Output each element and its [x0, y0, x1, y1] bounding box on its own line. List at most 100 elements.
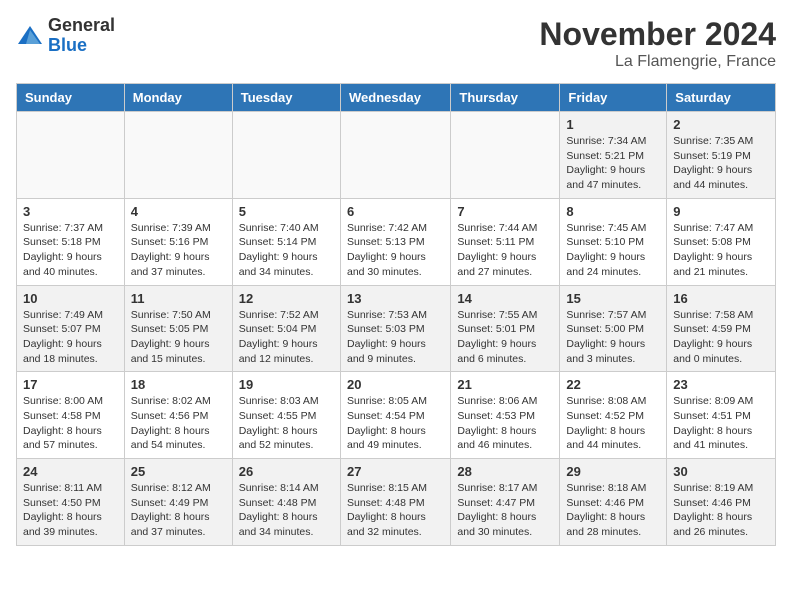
day-cell: [17, 112, 125, 199]
day-info: Sunrise: 7:37 AM Sunset: 5:18 PM Dayligh…: [23, 221, 118, 280]
day-info: Sunrise: 8:12 AM Sunset: 4:49 PM Dayligh…: [131, 481, 226, 540]
day-info: Sunrise: 7:40 AM Sunset: 5:14 PM Dayligh…: [239, 221, 334, 280]
day-cell: 6 Sunrise: 7:42 AM Sunset: 5:13 PM Daylig…: [340, 198, 450, 285]
day-info: Sunrise: 8:15 AM Sunset: 4:48 PM Dayligh…: [347, 481, 444, 540]
week-row-4: 17 Sunrise: 8:00 AM Sunset: 4:58 PM Dayli…: [17, 372, 776, 459]
day-info: Sunrise: 7:53 AM Sunset: 5:03 PM Dayligh…: [347, 308, 444, 367]
day-number: 26: [239, 464, 334, 479]
day-number: 9: [673, 204, 769, 219]
day-cell: 21 Sunrise: 8:06 AM Sunset: 4:53 PM Dayli…: [451, 372, 560, 459]
day-number: 4: [131, 204, 226, 219]
day-number: 3: [23, 204, 118, 219]
day-cell: 8 Sunrise: 7:45 AM Sunset: 5:10 PM Daylig…: [560, 198, 667, 285]
day-info: Sunrise: 7:57 AM Sunset: 5:00 PM Dayligh…: [566, 308, 660, 367]
day-number: 28: [457, 464, 553, 479]
day-number: 21: [457, 377, 553, 392]
day-info: Sunrise: 7:34 AM Sunset: 5:21 PM Dayligh…: [566, 134, 660, 193]
day-cell: 11 Sunrise: 7:50 AM Sunset: 5:05 PM Dayli…: [124, 285, 232, 372]
day-info: Sunrise: 8:11 AM Sunset: 4:50 PM Dayligh…: [23, 481, 118, 540]
day-info: Sunrise: 8:08 AM Sunset: 4:52 PM Dayligh…: [566, 394, 660, 453]
location: La Flamengrie, France: [539, 53, 776, 71]
day-cell: 20Sunrise: 8:05 AM Sunset: 4:54 PM Dayli…: [340, 372, 450, 459]
day-number: 25: [131, 464, 226, 479]
day-cell: 24 Sunrise: 8:11 AM Sunset: 4:50 PM Dayli…: [17, 459, 125, 546]
day-number: 10: [23, 291, 118, 306]
day-info: Sunrise: 7:58 AM Sunset: 4:59 PM Dayligh…: [673, 308, 769, 367]
day-info: Sunrise: 8:18 AM Sunset: 4:46 PM Dayligh…: [566, 481, 660, 540]
day-cell: 30Sunrise: 8:19 AM Sunset: 4:46 PM Dayli…: [667, 459, 776, 546]
day-number: 16: [673, 291, 769, 306]
day-number: 2: [673, 117, 769, 132]
day-info: Sunrise: 7:39 AM Sunset: 5:16 PM Dayligh…: [131, 221, 226, 280]
month-title: November 2024: [539, 16, 776, 53]
logo-text: General Blue: [48, 16, 115, 56]
calendar-header-row: SundayMondayTuesdayWednesdayThursdayFrid…: [17, 84, 776, 112]
day-number: 27: [347, 464, 444, 479]
col-header-sunday: Sunday: [17, 84, 125, 112]
day-cell: 25 Sunrise: 8:12 AM Sunset: 4:49 PM Dayli…: [124, 459, 232, 546]
col-header-monday: Monday: [124, 84, 232, 112]
day-info: Sunrise: 8:02 AM Sunset: 4:56 PM Dayligh…: [131, 394, 226, 453]
logo-icon: [16, 22, 44, 50]
day-number: 12: [239, 291, 334, 306]
week-row-2: 3 Sunrise: 7:37 AM Sunset: 5:18 PM Daylig…: [17, 198, 776, 285]
day-cell: 12 Sunrise: 7:52 AM Sunset: 5:04 PM Dayli…: [232, 285, 340, 372]
day-number: 14: [457, 291, 553, 306]
col-header-wednesday: Wednesday: [340, 84, 450, 112]
day-cell: [124, 112, 232, 199]
day-cell: 19 Sunrise: 8:03 AM Sunset: 4:55 PM Dayli…: [232, 372, 340, 459]
day-cell: 1Sunrise: 7:34 AM Sunset: 5:21 PM Daylig…: [560, 112, 667, 199]
day-info: Sunrise: 7:45 AM Sunset: 5:10 PM Dayligh…: [566, 221, 660, 280]
day-cell: 29 Sunrise: 8:18 AM Sunset: 4:46 PM Dayli…: [560, 459, 667, 546]
col-header-saturday: Saturday: [667, 84, 776, 112]
title-block: November 2024 La Flamengrie, France: [539, 16, 776, 71]
day-number: 29: [566, 464, 660, 479]
day-number: 8: [566, 204, 660, 219]
week-row-1: 1Sunrise: 7:34 AM Sunset: 5:21 PM Daylig…: [17, 112, 776, 199]
page-header: General Blue November 2024 La Flamengrie…: [16, 16, 776, 71]
day-info: Sunrise: 8:00 AM Sunset: 4:58 PM Dayligh…: [23, 394, 118, 453]
day-number: 22: [566, 377, 660, 392]
day-number: 18: [131, 377, 226, 392]
col-header-thursday: Thursday: [451, 84, 560, 112]
day-cell: 14Sunrise: 7:55 AM Sunset: 5:01 PM Dayli…: [451, 285, 560, 372]
day-info: Sunrise: 7:35 AM Sunset: 5:19 PM Dayligh…: [673, 134, 769, 193]
day-number: 23: [673, 377, 769, 392]
week-row-3: 10 Sunrise: 7:49 AM Sunset: 5:07 PM Dayli…: [17, 285, 776, 372]
day-cell: 3 Sunrise: 7:37 AM Sunset: 5:18 PM Daylig…: [17, 198, 125, 285]
day-info: Sunrise: 7:52 AM Sunset: 5:04 PM Dayligh…: [239, 308, 334, 367]
day-number: 6: [347, 204, 444, 219]
day-cell: [451, 112, 560, 199]
day-info: Sunrise: 8:05 AM Sunset: 4:54 PM Dayligh…: [347, 394, 444, 453]
day-cell: 17 Sunrise: 8:00 AM Sunset: 4:58 PM Dayli…: [17, 372, 125, 459]
day-number: 13: [347, 291, 444, 306]
day-cell: [340, 112, 450, 199]
day-cell: 23Sunrise: 8:09 AM Sunset: 4:51 PM Dayli…: [667, 372, 776, 459]
day-cell: 7Sunrise: 7:44 AM Sunset: 5:11 PM Daylig…: [451, 198, 560, 285]
day-info: Sunrise: 8:03 AM Sunset: 4:55 PM Dayligh…: [239, 394, 334, 453]
week-row-5: 24 Sunrise: 8:11 AM Sunset: 4:50 PM Dayli…: [17, 459, 776, 546]
day-number: 15: [566, 291, 660, 306]
day-number: 24: [23, 464, 118, 479]
day-number: 17: [23, 377, 118, 392]
day-number: 11: [131, 291, 226, 306]
calendar: SundayMondayTuesdayWednesdayThursdayFrid…: [16, 83, 776, 546]
day-cell: 13 Sunrise: 7:53 AM Sunset: 5:03 PM Dayli…: [340, 285, 450, 372]
day-info: Sunrise: 7:49 AM Sunset: 5:07 PM Dayligh…: [23, 308, 118, 367]
day-cell: [232, 112, 340, 199]
col-header-friday: Friday: [560, 84, 667, 112]
day-number: 30: [673, 464, 769, 479]
day-info: Sunrise: 8:17 AM Sunset: 4:47 PM Dayligh…: [457, 481, 553, 540]
day-info: Sunrise: 7:42 AM Sunset: 5:13 PM Dayligh…: [347, 221, 444, 280]
day-cell: 18 Sunrise: 8:02 AM Sunset: 4:56 PM Dayli…: [124, 372, 232, 459]
day-info: Sunrise: 7:44 AM Sunset: 5:11 PM Dayligh…: [457, 221, 553, 280]
day-cell: 2 Sunrise: 7:35 AM Sunset: 5:19 PM Daylig…: [667, 112, 776, 199]
day-info: Sunrise: 7:50 AM Sunset: 5:05 PM Dayligh…: [131, 308, 226, 367]
day-cell: 26Sunrise: 8:14 AM Sunset: 4:48 PM Dayli…: [232, 459, 340, 546]
day-number: 19: [239, 377, 334, 392]
col-header-tuesday: Tuesday: [232, 84, 340, 112]
logo: General Blue: [16, 16, 115, 56]
day-cell: 27 Sunrise: 8:15 AM Sunset: 4:48 PM Dayli…: [340, 459, 450, 546]
day-info: Sunrise: 8:06 AM Sunset: 4:53 PM Dayligh…: [457, 394, 553, 453]
day-cell: 16 Sunrise: 7:58 AM Sunset: 4:59 PM Dayli…: [667, 285, 776, 372]
